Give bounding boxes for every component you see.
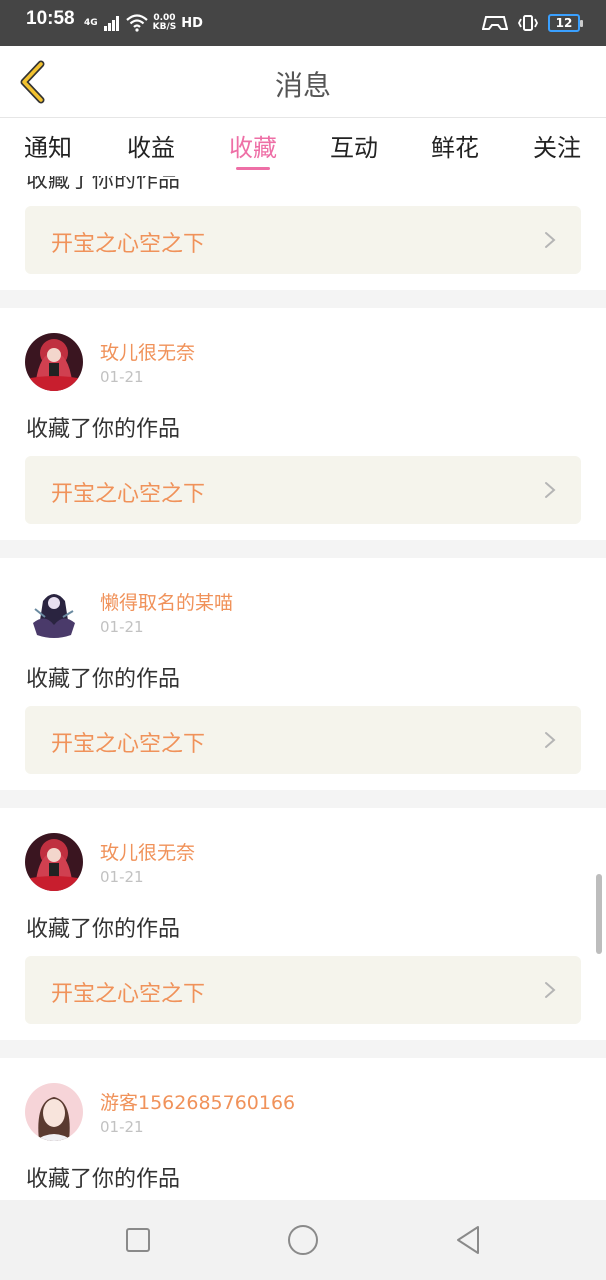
username[interactable]: 玫儿很无奈 bbox=[100, 838, 195, 865]
dark-cloaked-figure-avatar-icon bbox=[25, 583, 83, 641]
home-button[interactable] bbox=[285, 1222, 321, 1258]
recents-square-icon bbox=[126, 1228, 150, 1252]
hd-badge: HD bbox=[181, 15, 203, 31]
username[interactable]: 懒得取名的某喵 bbox=[100, 588, 233, 615]
work-title: 开宝之心空之下 bbox=[51, 982, 206, 1007]
divider bbox=[0, 540, 606, 558]
work-link[interactable]: 开宝之心空之下 bbox=[25, 206, 581, 274]
status-icons-left: 4G 0.00 KB/S HD bbox=[84, 10, 203, 36]
recents-button[interactable] bbox=[120, 1222, 156, 1258]
network-type-label: 4G bbox=[84, 17, 98, 28]
signal-icon bbox=[103, 16, 119, 31]
work-title: 开宝之心空之下 bbox=[51, 732, 206, 757]
anime-girl-red-avatar-icon bbox=[25, 333, 83, 391]
work-link[interactable]: 开宝之心空之下 bbox=[25, 456, 581, 524]
wifi-icon bbox=[125, 14, 148, 32]
back-triangle-icon bbox=[457, 1226, 479, 1254]
work-title: 开宝之心空之下 bbox=[51, 482, 206, 507]
list-item: 懒得取名的某喵 01-21 收藏了你的作品 开宝之心空之下 bbox=[0, 558, 606, 790]
chevron-right-icon bbox=[545, 732, 556, 748]
pink-portrait-avatar-icon bbox=[25, 1083, 83, 1141]
work-link[interactable]: 开宝之心空之下 bbox=[25, 956, 581, 1024]
header: 消息 bbox=[0, 46, 606, 118]
chevron-right-icon bbox=[545, 482, 556, 498]
divider bbox=[0, 1040, 606, 1058]
user-avatar[interactable] bbox=[25, 583, 83, 641]
status-icons-right: 12 bbox=[482, 10, 583, 36]
tab-flowers[interactable]: 鲜花 bbox=[425, 128, 485, 163]
tab-following[interactable]: 关注 bbox=[527, 128, 587, 163]
action-text: 收藏了你的作品 bbox=[26, 917, 181, 942]
username[interactable]: 游客1562685760166 bbox=[100, 1088, 295, 1115]
anime-girl-red-avatar-icon bbox=[25, 833, 83, 891]
battery-indicator: 12 bbox=[548, 14, 583, 32]
status-bar: 10:58 4G 0.00 KB/S HD 12 bbox=[0, 0, 606, 46]
back-nav-button[interactable] bbox=[450, 1222, 486, 1258]
user-avatar[interactable] bbox=[25, 333, 83, 391]
list-item: 收藏了你的作品 开宝之心空之下 bbox=[0, 176, 606, 290]
chevron-right-icon bbox=[545, 232, 556, 248]
tab-bar: 通知 收益 收藏 互动 鲜花 关注 bbox=[0, 118, 606, 176]
chevron-right-icon bbox=[545, 982, 556, 998]
tab-earnings[interactable]: 收益 bbox=[121, 128, 181, 163]
date: 01-21 bbox=[100, 618, 144, 636]
home-circle-icon bbox=[288, 1225, 318, 1255]
work-link[interactable]: 开宝之心空之下 bbox=[25, 706, 581, 774]
date: 01-21 bbox=[100, 1118, 144, 1136]
user-avatar[interactable] bbox=[25, 833, 83, 891]
network-speed: 0.00 KB/S bbox=[152, 13, 177, 32]
system-nav-bar bbox=[0, 1200, 606, 1280]
active-tab-indicator bbox=[236, 167, 270, 170]
username[interactable]: 玫儿很无奈 bbox=[100, 338, 195, 365]
date: 01-21 bbox=[100, 868, 144, 886]
tab-notifications[interactable]: 通知 bbox=[18, 128, 78, 163]
action-text: 收藏了你的作品 bbox=[26, 417, 181, 442]
user-avatar[interactable] bbox=[25, 1083, 83, 1141]
divider bbox=[0, 290, 606, 308]
status-time: 10:58 bbox=[26, 8, 75, 29]
tab-interactions[interactable]: 互动 bbox=[324, 128, 384, 163]
tab-favorites[interactable]: 收藏 bbox=[223, 128, 283, 163]
divider bbox=[0, 790, 606, 808]
list-item: 玫儿很无奈 01-21 收藏了你的作品 开宝之心空之下 bbox=[0, 308, 606, 540]
vibrate-icon bbox=[517, 15, 539, 31]
game-mode-icon bbox=[482, 16, 508, 30]
page-title: 消息 bbox=[274, 69, 331, 102]
date: 01-21 bbox=[100, 368, 144, 386]
list-item: 游客1562685760166 01-21 收藏了你的作品 bbox=[0, 1058, 606, 1200]
action-text: 收藏了你的作品 bbox=[26, 176, 181, 193]
list-item: 玫儿很无奈 01-21 收藏了你的作品 开宝之心空之下 bbox=[0, 808, 606, 1040]
scrollbar-thumb[interactable] bbox=[596, 874, 602, 954]
action-text: 收藏了你的作品 bbox=[26, 1167, 181, 1192]
work-title: 开宝之心空之下 bbox=[51, 232, 206, 257]
message-feed[interactable]: 收藏了你的作品 开宝之心空之下 玫儿很无奈 01-21 收藏了你的作品 开宝之心… bbox=[0, 176, 606, 1200]
action-text: 收藏了你的作品 bbox=[26, 667, 181, 692]
